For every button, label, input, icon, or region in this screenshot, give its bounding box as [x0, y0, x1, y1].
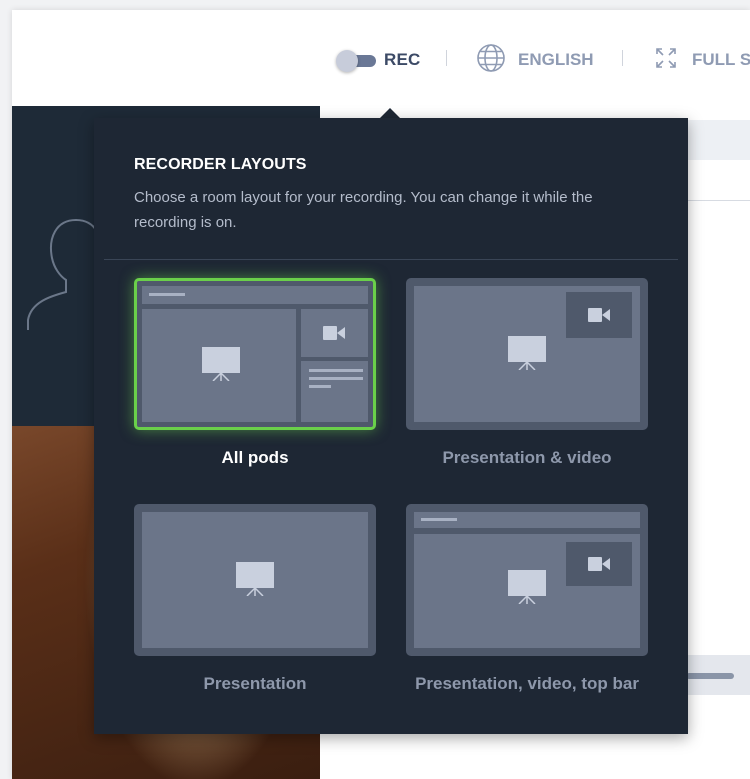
layout-option-presentation-video[interactable]: Presentation & video: [406, 278, 648, 467]
globe-icon: [476, 43, 506, 78]
popover-description: Choose a room layout for your recording.…: [134, 189, 593, 231]
layout-label: Presentation: [203, 674, 307, 693]
toolbar-divider: [622, 50, 623, 66]
top-toolbar: REC ENGLISH FULL S: [12, 10, 750, 106]
language-button[interactable]: ENGLISH: [476, 43, 594, 74]
layout-label: Presentation, video, top bar: [415, 674, 639, 693]
language-label: ENGLISH: [518, 50, 594, 69]
rec-switch[interactable]: [336, 50, 378, 72]
layout-option-presentation-video-topbar[interactable]: Presentation, video, top bar: [406, 504, 648, 693]
layout-label: Presentation & video: [442, 448, 612, 467]
layout-thumbnail[interactable]: [406, 504, 648, 656]
popover-divider: [104, 259, 678, 260]
video-camera-icon: [323, 326, 345, 340]
rec-label: REC: [384, 50, 421, 69]
popover-caret: [380, 108, 400, 118]
presentation-board-icon: [508, 336, 546, 370]
layout-option-presentation[interactable]: Presentation: [134, 504, 376, 693]
fullscreen-button[interactable]: FULL S: [654, 46, 750, 75]
popover-title: RECORDER LAYOUTS: [134, 156, 307, 173]
recorder-layouts-popover: RECORDER LAYOUTS Choose a room layout fo…: [94, 118, 688, 734]
video-camera-icon: [588, 557, 610, 571]
layout-label: All pods: [221, 448, 289, 467]
presentation-board-icon: [508, 570, 546, 604]
toolbar-divider: [446, 50, 447, 66]
layout-thumbnail[interactable]: [406, 278, 648, 430]
presentation-board-icon: [202, 347, 240, 381]
video-camera-icon: [588, 308, 610, 322]
fullscreen-icon: [654, 46, 678, 75]
layout-thumbnail[interactable]: [134, 504, 376, 656]
layout-option-all-pods[interactable]: All pods: [134, 278, 376, 467]
presentation-board-icon: [236, 562, 274, 596]
app-window: REC ENGLISH FULL S RECORDER LAYOUTS Choo…: [12, 10, 750, 779]
layout-thumbnail[interactable]: [134, 278, 376, 430]
record-toggle[interactable]: REC: [336, 48, 421, 72]
fullscreen-label: FULL S: [692, 50, 750, 69]
